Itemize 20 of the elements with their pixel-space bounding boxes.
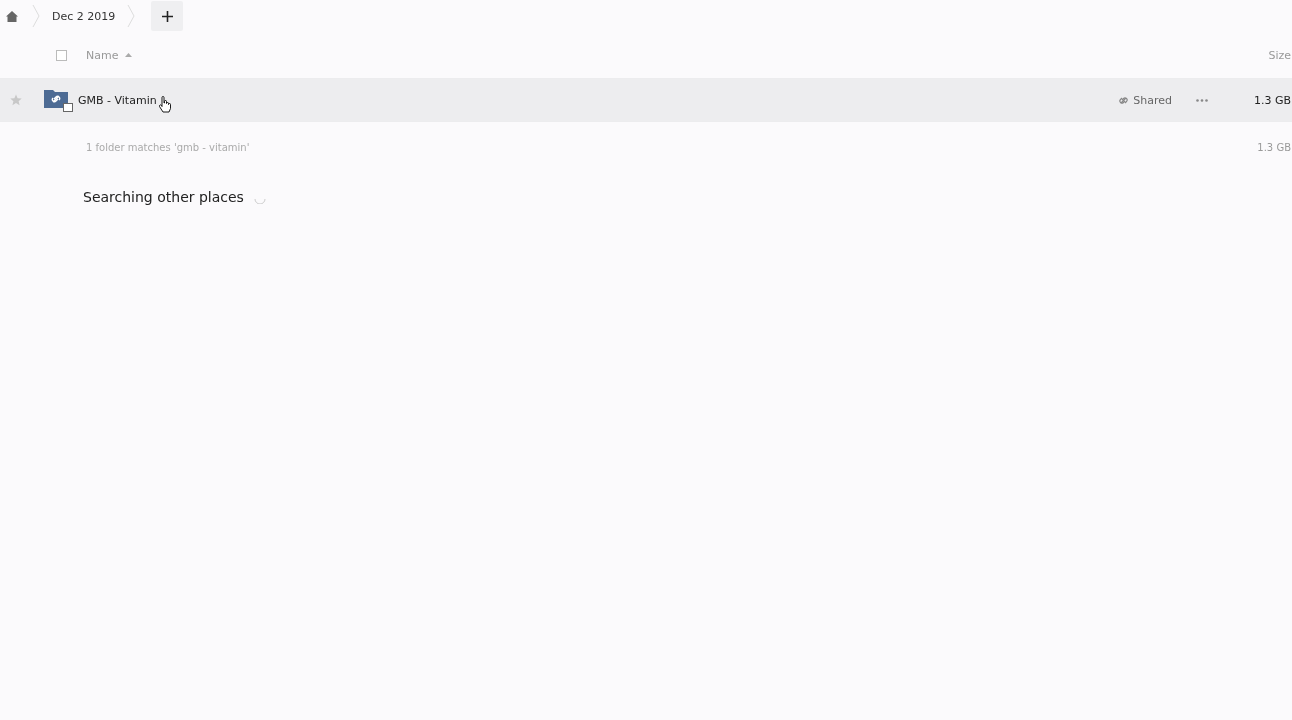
file-size: 1.3 GB [1253, 93, 1291, 107]
chevron-icon [127, 4, 136, 28]
star-icon[interactable] [10, 94, 22, 106]
match-summary: 1 folder matches 'gmb - vitamin' [86, 141, 250, 153]
more-options-icon[interactable] [1195, 98, 1208, 102]
select-all-checkbox[interactable] [56, 49, 67, 61]
file-name[interactable]: GMB - Vitamin [78, 93, 157, 107]
sort-arrow-icon[interactable] [125, 53, 133, 57]
add-button[interactable] [151, 1, 184, 31]
sharing-status[interactable]: Shared [1133, 93, 1172, 107]
plus-icon[interactable] [161, 10, 173, 22]
home-icon[interactable] [6, 10, 18, 22]
file-row[interactable]: GMB - Vitamin Shared 1.3 GB [0, 79, 1292, 122]
shared-folder-icon [44, 88, 74, 112]
link-icon [1118, 94, 1130, 106]
section-title: Searching other places [83, 189, 244, 205]
total-size: 1.3 GB [1257, 141, 1291, 153]
breadcrumb-item[interactable]: Dec 2 2019 [52, 9, 116, 23]
hand-cursor-icon [158, 95, 171, 113]
chevron-icon [32, 4, 40, 28]
